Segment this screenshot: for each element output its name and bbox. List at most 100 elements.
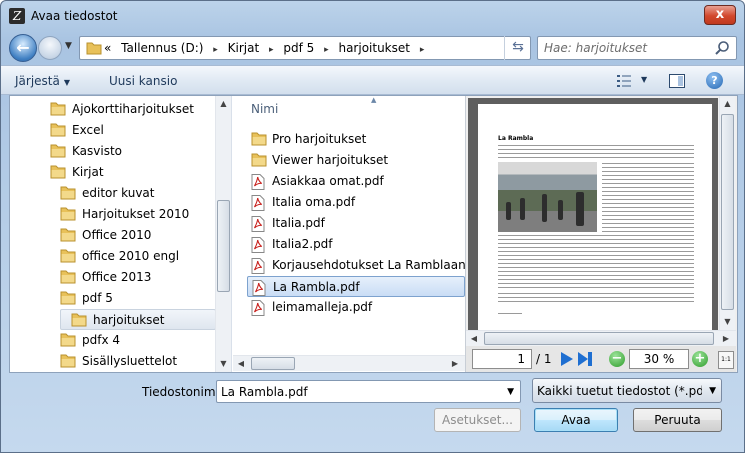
- file-name-label: Asiakkaa omat.pdf: [272, 174, 384, 188]
- settings-button[interactable]: Asetukset...: [434, 408, 521, 432]
- nav-folder-item[interactable]: pdfx 4: [60, 330, 216, 351]
- scroll-thumb[interactable]: [484, 332, 714, 345]
- preview-text-line: [498, 149, 694, 150]
- close-button[interactable]: x: [704, 5, 736, 25]
- scroll-thumb[interactable]: [217, 200, 230, 292]
- file-list-item[interactable]: leimamalleja.pdf: [247, 297, 465, 318]
- nav-folder-item[interactable]: Harjoitukset 2010: [60, 204, 216, 225]
- filetype-select[interactable]: Kaikki tuetut tiedostot (*.pdf;*.x ▼: [532, 378, 722, 403]
- file-list-item[interactable]: Italia2.pdf: [247, 234, 465, 255]
- cancel-button[interactable]: Peruuta: [633, 408, 722, 432]
- breadcrumb-overflow[interactable]: «: [104, 41, 111, 55]
- scroll-right-icon[interactable]: ▶: [718, 331, 734, 346]
- preview-horizontal-scrollbar[interactable]: ◀ ▶: [466, 330, 736, 346]
- address-bar[interactable]: « Tallennus (D:) ▸ Kirjat ▸ pdf 5 ▸ harj…: [79, 36, 531, 60]
- preview-text-line: [498, 293, 694, 294]
- scroll-down-icon[interactable]: ▼: [720, 314, 735, 330]
- file-list-item[interactable]: Asiakkaa omat.pdf: [247, 171, 465, 192]
- refresh-icon: ⇆: [512, 39, 524, 55]
- folder-list-item[interactable]: Viewer harjoitukset: [247, 150, 465, 171]
- breadcrumb-drive[interactable]: Tallennus (D:): [121, 41, 203, 55]
- scroll-thumb[interactable]: [251, 357, 295, 370]
- content-area: Ajokorttiharjoitukset Excel Kasvisto Kirjat…: [9, 95, 738, 373]
- nav-folder-item[interactable]: office 2010 engl: [60, 246, 216, 267]
- nav-folder-item[interactable]: pdf 5: [60, 288, 216, 309]
- search-input[interactable]: Hae: harjoitukset: [544, 41, 647, 55]
- file-list-item[interactable]: Italia.pdf: [247, 213, 465, 234]
- files-horizontal-scrollbar[interactable]: ◀ ▶: [233, 355, 465, 371]
- preview-text-line: [498, 235, 694, 236]
- nav-folder-label: office 2010 engl: [82, 249, 180, 263]
- file-list-item[interactable]: La Rambla.pdf: [247, 276, 465, 297]
- file-name-label: Pro harjoitukset: [272, 132, 367, 146]
- breadcrumb-pdf5[interactable]: pdf 5: [283, 41, 314, 55]
- nav-folder-item[interactable]: Office 2010: [60, 225, 216, 246]
- dropdown-arrow-icon[interactable]: ▼: [507, 387, 514, 397]
- breadcrumb-harjoitukset[interactable]: harjoitukset: [338, 41, 410, 55]
- forward-button[interactable]: [38, 36, 62, 60]
- organize-menu[interactable]: Järjestä ▼: [15, 74, 70, 88]
- nav-vertical-scrollbar[interactable]: ▲ ▼: [215, 96, 231, 372]
- history-dropdown-icon[interactable]: ▼: [65, 41, 72, 51]
- page-number-input[interactable]: 1: [472, 349, 532, 369]
- new-folder-button[interactable]: Uusi kansio: [109, 74, 177, 88]
- zoom-out-button[interactable]: −: [609, 351, 625, 367]
- nav-folder-label: editor kuvat: [82, 186, 155, 200]
- scroll-left-icon[interactable]: ◀: [466, 331, 482, 346]
- next-page-icon[interactable]: [560, 351, 574, 367]
- preview-text-line: [498, 251, 694, 252]
- back-button[interactable]: ←: [9, 34, 37, 62]
- preview-text-line: [498, 301, 694, 302]
- nav-folder-item[interactable]: Sisällysluettelot: [60, 351, 216, 372]
- view-dropdown-icon[interactable]: ▼: [641, 75, 647, 84]
- navigation-pane: Ajokorttiharjoitukset Excel Kasvisto Kirjat…: [10, 96, 232, 372]
- nav-folder-item[interactable]: Office 2013: [60, 267, 216, 288]
- scroll-right-icon[interactable]: ▶: [447, 356, 463, 371]
- preview-text-line: [602, 175, 694, 176]
- filename-label: Tiedostonimi:: [142, 385, 223, 399]
- help-icon[interactable]: ?: [706, 72, 723, 89]
- nav-folder-item[interactable]: harjoitukset: [60, 309, 216, 330]
- preview-vertical-scrollbar[interactable]: ▲ ▼: [719, 96, 735, 330]
- scroll-thumb[interactable]: [721, 114, 734, 310]
- scroll-up-icon[interactable]: ▲: [216, 96, 231, 112]
- filename-field[interactable]: La Rambla.pdf ▼: [216, 380, 521, 403]
- scroll-left-icon[interactable]: ◀: [233, 356, 249, 371]
- nav-folder-item[interactable]: Excel: [50, 120, 216, 141]
- open-button[interactable]: Avaa: [534, 408, 618, 432]
- nav-folder-item[interactable]: Kirjat: [50, 162, 216, 183]
- title-bar: Z Avaa tiedostot x: [1, 1, 744, 31]
- refresh-button[interactable]: ⇆: [504, 36, 531, 60]
- preview-text-line: [498, 275, 694, 276]
- nav-folder-label: Office 2013: [82, 270, 152, 284]
- zoom-level-input[interactable]: 30 %: [629, 349, 689, 369]
- last-page-icon[interactable]: [577, 351, 593, 367]
- chevron-right-icon[interactable]: ▸: [324, 45, 329, 55]
- preview-text-line: [602, 191, 694, 192]
- chevron-right-icon[interactable]: ▸: [213, 45, 218, 55]
- nav-folder-item[interactable]: Ajokorttiharjoitukset: [50, 99, 216, 120]
- nav-folder-item[interactable]: editor kuvat: [60, 183, 216, 204]
- scroll-up-icon[interactable]: ▲: [720, 96, 735, 112]
- preview-text-line: [498, 259, 694, 260]
- preview-text-line: [602, 219, 694, 220]
- breadcrumb-kirjat[interactable]: Kirjat: [228, 41, 260, 55]
- folder-list-item[interactable]: Pro harjoitukset: [247, 129, 465, 150]
- zoom-in-button[interactable]: +: [692, 351, 708, 367]
- scroll-down-icon[interactable]: ▼: [216, 356, 231, 372]
- search-box[interactable]: Hae: harjoitukset: [537, 36, 737, 60]
- chevron-right-icon[interactable]: ▸: [420, 45, 425, 55]
- actual-size-button[interactable]: 1:1: [718, 351, 734, 369]
- preview-text-line: [602, 231, 694, 232]
- preview-text-line: [498, 287, 694, 288]
- file-list-item[interactable]: Italia oma.pdf: [247, 192, 465, 213]
- file-list-item[interactable]: Korjausehdotukset La Ramblaan.pdf: [247, 255, 465, 276]
- preview-pane-toggle[interactable]: [669, 74, 685, 88]
- change-view-icon[interactable]: [616, 74, 632, 88]
- column-name-label: Nimi: [251, 102, 279, 116]
- filename-value[interactable]: La Rambla.pdf: [221, 385, 308, 399]
- chevron-right-icon[interactable]: ▸: [269, 45, 274, 55]
- column-header-name[interactable]: Nimi ▲: [233, 96, 465, 122]
- nav-folder-item[interactable]: Kasvisto: [50, 141, 216, 162]
- preview-text-line: [602, 167, 694, 168]
